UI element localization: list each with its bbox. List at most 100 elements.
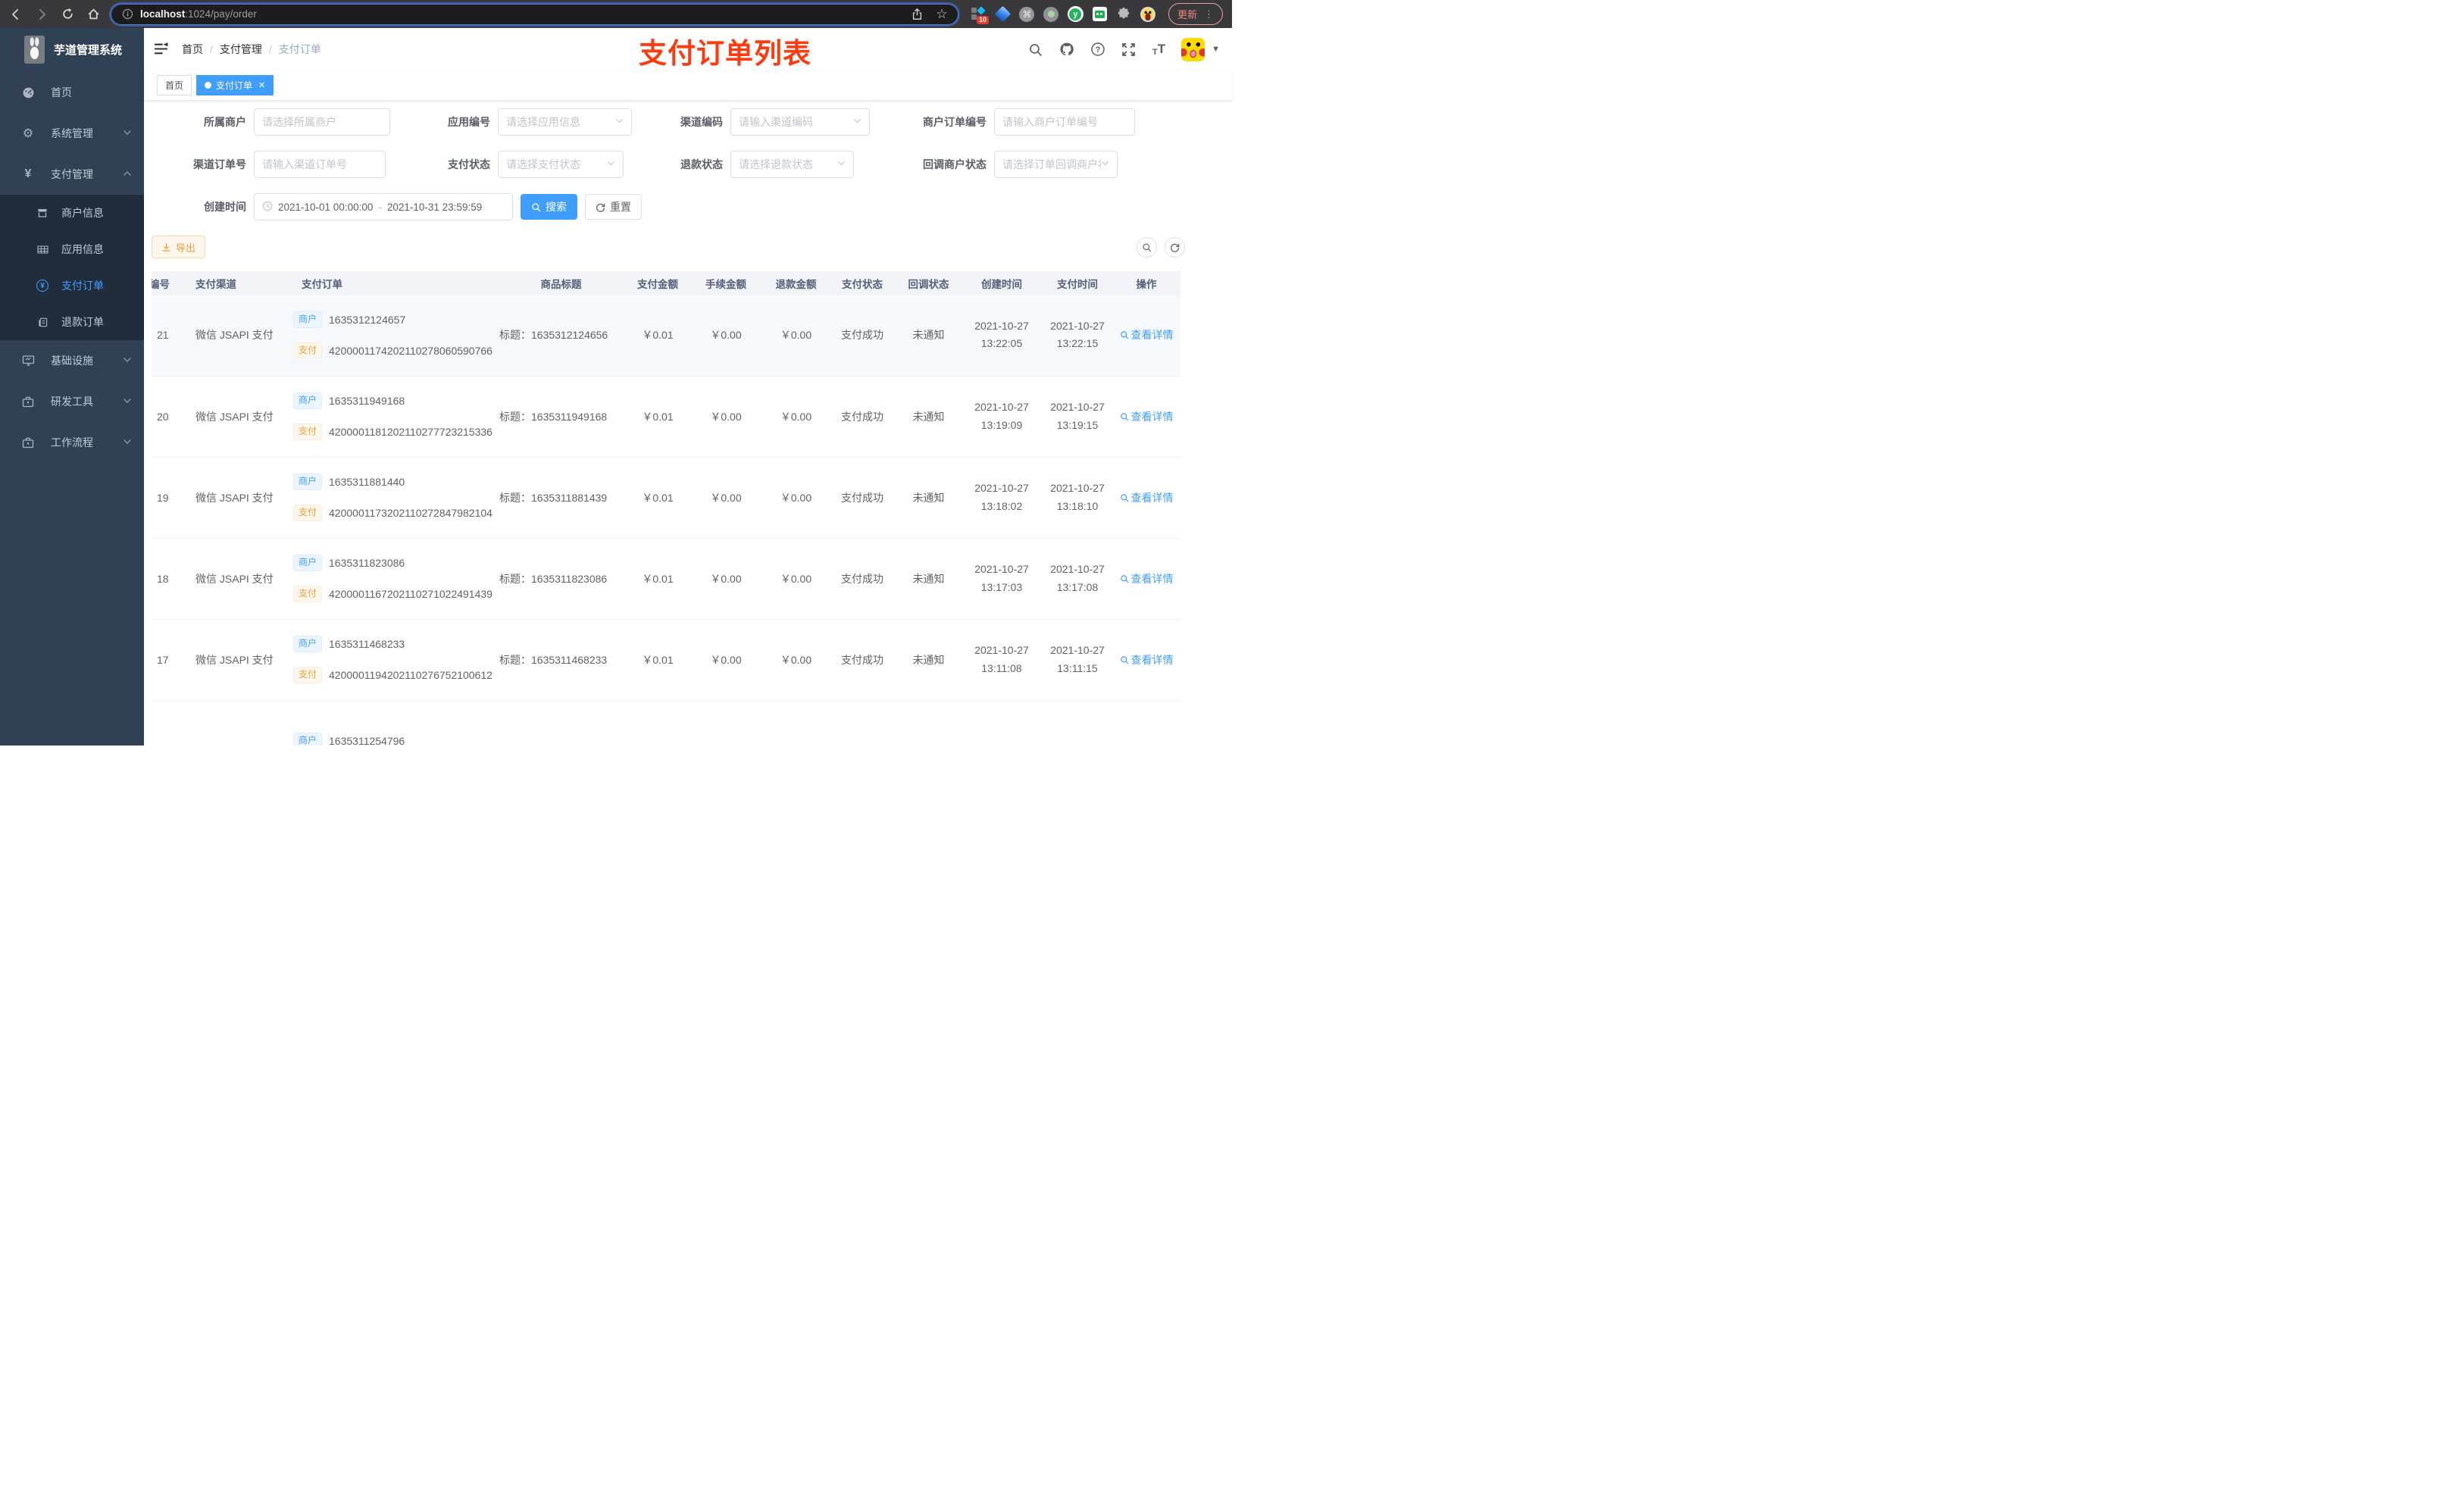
date-start: 2021-10-01 00:00:00 [278,201,374,213]
user-avatar[interactable] [1181,37,1205,61]
channel-code-select[interactable]: 请输入渠道编码 [730,108,870,136]
filter-channel-code: 渠道编码 请输入渠道编码 [656,108,897,136]
fullscreen-icon[interactable] [1121,42,1137,57]
column-header: 支付渠道 [180,271,286,295]
chevron-down-icon [837,158,846,171]
clock-icon [262,201,273,214]
app-id-select[interactable]: 请选择应用信息 [498,108,632,136]
sidebar-item-system[interactable]: ⚙ 系统管理 [0,113,144,154]
filter-channel-order-no: 渠道订单号 [152,151,424,178]
created-time: 2021-10-27 13:19:09 [961,376,1043,458]
table-row: 18 微信 JSAPI 支付 商户 1635311823086 支付 4200001167… [152,538,1180,620]
help-icon[interactable]: ? [1090,42,1105,57]
extension-emoji-icon[interactable] [1140,6,1156,22]
collapse-sidebar-icon[interactable] [153,41,170,58]
notify-status-select[interactable]: 请选择订单回调商户状态 [994,151,1118,178]
chevron-down-icon [615,115,624,129]
github-icon[interactable] [1059,42,1074,57]
view-detail-link[interactable]: 查看详情 [1120,571,1174,586]
table-row: 21 微信 JSAPI 支付 商户 1635312124657 支付 4200001174… [152,295,1180,377]
merchant-tag: 商户 [293,732,323,746]
filter-pay-status: 支付状态 请选择支付状态 [424,151,656,178]
sidebar-item-home[interactable]: 首页 [0,72,144,113]
extension-command-icon[interactable]: ⌘ [1019,6,1035,22]
reset-button[interactable]: 重置 [585,194,642,220]
view-detail-link[interactable]: 查看详情 [1120,409,1174,424]
chevron-down-icon [123,355,132,367]
channel-order-no-input[interactable] [254,151,386,178]
product-title: 标题：1635311823086 [495,538,627,620]
extension-kite-icon[interactable] [994,5,1012,23]
sidebar: 芋道管理系统 首页 ⚙ 系统管理 ¥ 支付管理 商户信息 应用信息 ¥ 支付订单… [0,28,144,746]
extension-chat-icon[interactable] [1092,6,1108,22]
toggle-search-button[interactable] [1137,236,1157,258]
created-time: 2021-10-27 13:11:08 [961,619,1043,701]
pay-status-select[interactable]: 请选择支付状态 [498,151,624,178]
chevron-down-icon [123,436,132,449]
merchant-order-no: 1635311949168 [329,395,405,408]
close-tab-icon[interactable]: ✕ [258,80,265,90]
view-detail-link[interactable]: 查看详情 [1120,652,1174,667]
pay-status: 支付成功 [828,538,896,620]
extensions-puzzle-icon[interactable] [1116,6,1132,22]
home-icon[interactable] [86,8,100,21]
share-icon[interactable] [911,8,924,21]
pay-submenu: 商户信息 应用信息 ¥ 支付订单 退款订单 [0,195,144,340]
sidebar-item-pay[interactable]: ¥ 支付管理 [0,154,144,195]
chevron-down-icon [607,158,615,171]
forward-icon[interactable] [35,8,48,21]
font-size-icon[interactable]: TT [1152,42,1165,57]
reload-icon[interactable] [61,8,74,21]
sidebar-item-pay-order[interactable]: ¥ 支付订单 [0,267,144,304]
browser-menu-dots-icon[interactable]: ⋮ [1204,8,1214,20]
filter-merchant: 所属商户 [152,108,424,136]
product-title [495,700,627,746]
search-icon[interactable] [1028,42,1043,57]
extension-y-icon[interactable]: y [1067,6,1083,22]
sidebar-item-app-info[interactable]: 应用信息 [0,231,144,267]
actions-cell: 查看详情 [1112,457,1180,539]
pay-tag: 支付 [293,505,323,521]
tab-pay-order[interactable]: 支付订单 ✕ [196,75,274,95]
view-detail-link[interactable]: 查看详情 [1120,490,1174,505]
avatar-caret-icon[interactable]: ▼ [1212,45,1220,54]
refresh-table-button[interactable] [1165,236,1185,258]
date-range-input[interactable]: 2021-10-01 00:00:00 - 2021-10-31 23:59:5… [254,193,513,220]
extensions-row: 10 ⌘ y [971,5,1156,24]
view-detail-link[interactable]: 查看详情 [1120,327,1174,342]
search-button[interactable]: 搜索 [521,194,577,220]
refund-amount: ￥0.00 [764,376,828,458]
merchant-input[interactable] [254,108,390,136]
order-id: 17 [152,619,180,701]
export-button[interactable]: 导出 [152,236,206,258]
merchant-tag: 商户 [293,474,323,490]
breadcrumb-home[interactable]: 首页 [182,42,203,57]
breadcrumb-pay[interactable]: 支付管理 [220,42,262,57]
bookmark-star-icon[interactable]: ☆ [935,7,949,21]
merchant-order-no-input[interactable] [994,108,1135,136]
pay-order-no: 4200001194202110276752100612 [329,668,492,681]
extension-record-icon[interactable] [1043,6,1059,22]
refund-amount [764,700,828,746]
refund-status-select[interactable]: 请选择退款状态 [730,151,854,178]
sidebar-item-dev-tools[interactable]: 研发工具 [0,381,144,422]
filter-create-time: 创建时间 2021-10-01 00:00:00 - 2021-10-31 23… [152,193,1232,220]
sidebar-item-infra[interactable]: 基础设施 [0,340,144,381]
paid-time: 2021-10-27 13:11:15 [1043,619,1112,701]
column-header: 编号 [152,271,180,295]
extension-badge: 10 [976,16,989,24]
column-header: 手续金额 [688,271,764,295]
address-bar[interactable]: localhost:1024/pay/order ☆ [111,3,958,25]
extension-blocks-icon[interactable]: 10 [971,6,989,24]
site-info-icon[interactable] [120,8,134,21]
pay-amount: ￥0.01 [627,457,688,539]
tab-home[interactable]: 首页 [157,75,192,95]
sidebar-item-refund-order[interactable]: 退款订单 [0,304,144,340]
browser-toolbar: localhost:1024/pay/order ☆ 10 ⌘ y 更新 ⋮ [0,0,1232,28]
browser-update-button[interactable]: 更新 ⋮ [1168,3,1223,25]
back-icon[interactable] [9,8,23,21]
pay-order-cell: 商户 1635311949168 支付 42000011812021102777232… [286,376,495,458]
paid-time: 2021-10-27 13:22:15 [1043,295,1112,377]
sidebar-item-merchant-info[interactable]: 商户信息 [0,195,144,231]
sidebar-item-workflow[interactable]: 工作流程 [0,422,144,463]
